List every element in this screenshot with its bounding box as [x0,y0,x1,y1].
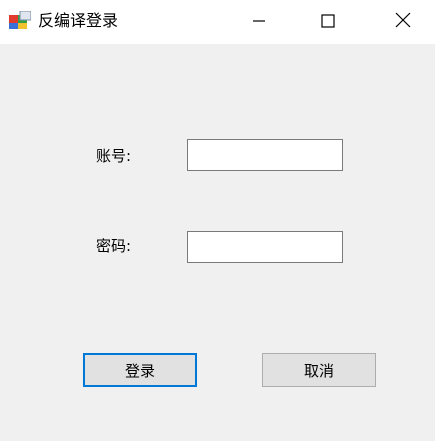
app-icon [9,10,32,31]
login-window: 反编译登录 账号: 密码: 登录 取消 [0,0,435,441]
account-label: 账号: [96,147,132,165]
login-button[interactable]: 登录 [83,353,197,387]
account-input[interactable] [187,139,343,171]
close-icon [395,12,411,32]
minimize-button[interactable] [236,0,282,44]
close-button[interactable] [380,0,426,44]
cancel-button[interactable]: 取消 [262,353,376,387]
minimize-icon [252,13,266,32]
title-bar[interactable]: 反编译登录 [0,0,435,44]
maximize-icon [321,13,335,32]
maximize-button[interactable] [305,0,351,44]
window-title: 反编译登录 [38,11,119,30]
password-label: 密码: [96,237,132,255]
password-input[interactable] [187,231,343,263]
